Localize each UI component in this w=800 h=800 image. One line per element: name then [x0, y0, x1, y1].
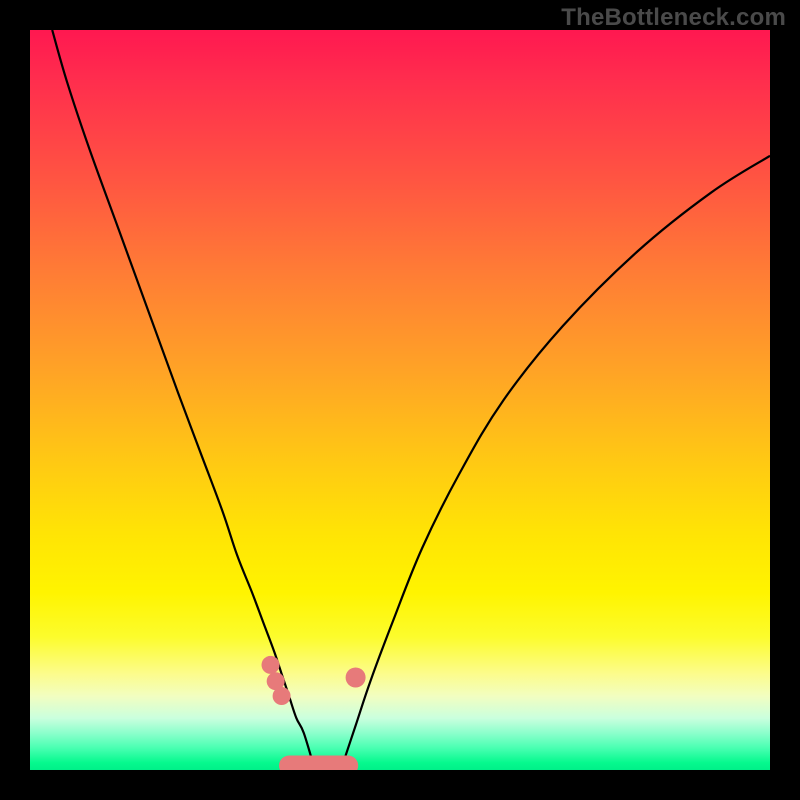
- chart-frame: TheBottleneck.com: [0, 0, 800, 800]
- curve-right-branch: [341, 156, 770, 770]
- watermark-text: TheBottleneck.com: [561, 4, 786, 32]
- marker-dot-left-0: [262, 656, 280, 674]
- marker-dot-right: [346, 668, 366, 688]
- curves-layer: [30, 30, 770, 770]
- plot-area: [30, 30, 770, 770]
- marker-floor-capsule: [279, 756, 358, 770]
- marker-group: [262, 656, 366, 770]
- marker-dot-left-2: [273, 687, 291, 705]
